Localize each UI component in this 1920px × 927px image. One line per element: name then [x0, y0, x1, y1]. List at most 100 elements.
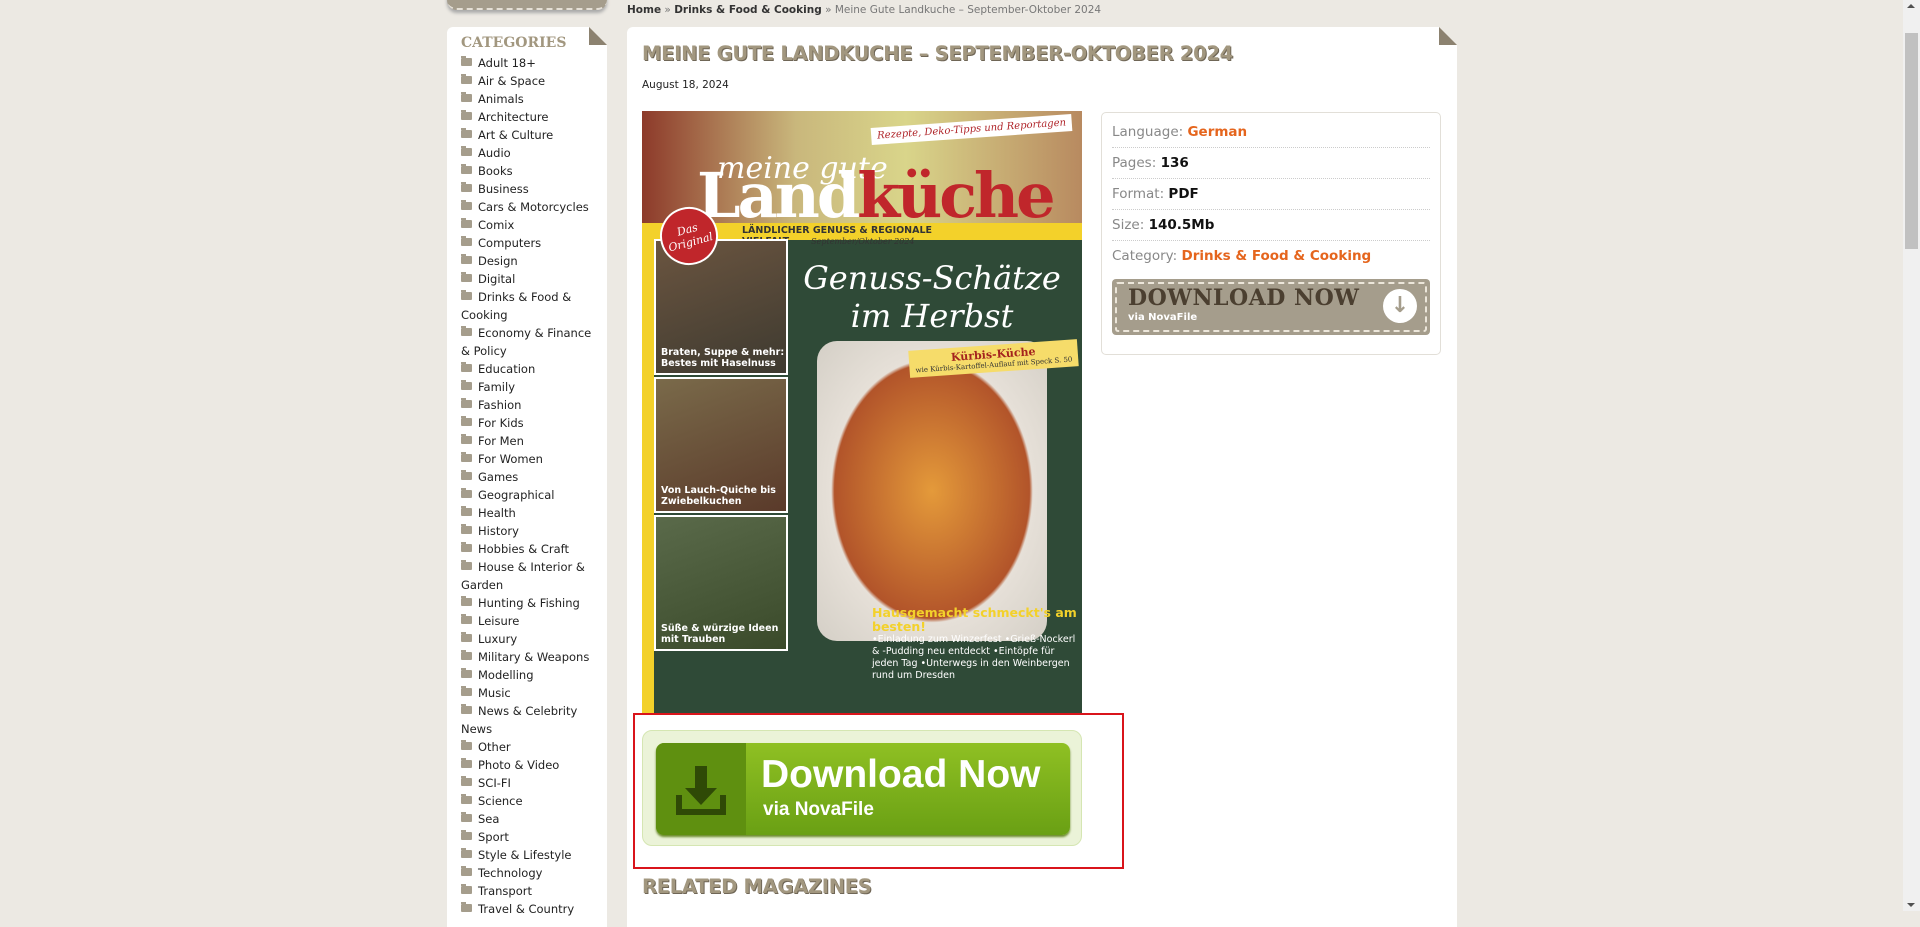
sidebar-item[interactable]: Photo & Video [461, 756, 599, 774]
sidebar-item[interactable]: Family [461, 378, 599, 396]
sidebar-item-label: Air & Space [478, 74, 546, 88]
sidebar-item-label: Hobbies & Craft [478, 542, 569, 556]
sidebar-item[interactable]: Games [461, 468, 599, 486]
sidebar-item[interactable]: Sport [461, 828, 599, 846]
cover-thumb: Süße & würzige Ideen mit Trauben [654, 515, 788, 651]
sidebar-item[interactable]: Technology [461, 864, 599, 882]
sidebar-item[interactable]: For Kids [461, 414, 599, 432]
sidebar-item[interactable]: Transport [461, 882, 599, 900]
sidebar-item[interactable]: Cars & Motorcycles [461, 198, 599, 216]
sidebar-item[interactable]: Art & Culture [461, 126, 599, 144]
folder-icon [461, 182, 472, 192]
sidebar-item[interactable]: Music [461, 684, 599, 702]
scroll-up-icon[interactable] [1907, 4, 1915, 8]
download-now-button[interactable]: Download Now via NovaFile [656, 743, 1070, 835]
sidebar-item[interactable]: Military & Weapons [461, 648, 599, 666]
sidebar-item[interactable]: Business [461, 180, 599, 198]
sidebar-item[interactable]: News & Celebrity News [461, 702, 599, 738]
folder-icon [461, 650, 472, 660]
sidebar-item[interactable]: Education [461, 360, 599, 378]
sidebar-item[interactable]: Geographical [461, 486, 599, 504]
sidebar-item[interactable]: Adult 18+ [461, 54, 599, 72]
folder-icon [461, 830, 472, 840]
sidebar-item[interactable]: Drinks & Food & Cooking [461, 288, 599, 324]
sidebar-item-label: Music [478, 686, 511, 700]
sidebar-item-label: For Women [478, 452, 543, 466]
cover-spine [642, 240, 654, 713]
download-tray-icon [656, 743, 746, 835]
sidebar-item[interactable]: For Men [461, 432, 599, 450]
info-size: Size: 140.5Mb [1112, 210, 1430, 241]
download-banner: Download Now via NovaFile [642, 730, 1082, 846]
breadcrumb-category[interactable]: Drinks & Food & Cooking [674, 4, 822, 16]
scroll-down-icon[interactable] [1907, 903, 1915, 907]
arrow-down-circle-icon: ↓ [1383, 289, 1417, 323]
sidebar-item-label: Design [478, 254, 518, 268]
scrollbar[interactable] [1903, 0, 1920, 911]
scrollbar-thumb[interactable] [1905, 33, 1918, 249]
sidebar-item-label: Travel & Country [478, 902, 575, 916]
info-language: Language: German [1112, 117, 1430, 148]
sidebar-item-label: Architecture [478, 110, 549, 124]
info-category: Category: Drinks & Food & Cooking [1112, 248, 1372, 264]
sidebar-item[interactable]: Health [461, 504, 599, 522]
sidebar-item-label: Comix [478, 218, 515, 232]
sidebar-item-label: Audio [478, 146, 511, 160]
sidebar-item-label: Luxury [478, 632, 518, 646]
folder-icon [461, 146, 472, 156]
sidebar-item[interactable]: History [461, 522, 599, 540]
page-title: MEINE GUTE LANDKUCHE – SEPTEMBER-OKTOBER… [642, 42, 1233, 65]
sidebar-item-label: Hunting & Fishing [478, 596, 580, 610]
folder-icon [461, 56, 472, 66]
folder-icon [461, 128, 472, 138]
download-small-label: DOWNLOAD NOW [1128, 285, 1360, 311]
categories-heading: CATEGORIES [461, 35, 567, 51]
folder-icon [461, 668, 472, 678]
folder-icon [461, 506, 472, 516]
sidebar-item[interactable]: Comix [461, 216, 599, 234]
magazine-cover: meine gute Landküche Rezepte, Deko-Tipps… [642, 111, 1082, 713]
sidebar-item[interactable]: Hobbies & Craft [461, 540, 599, 558]
sidebar-item-label: Business [478, 182, 529, 196]
sidebar-item[interactable]: Animals [461, 90, 599, 108]
cover-dish [817, 341, 1047, 641]
sidebar-item[interactable]: Air & Space [461, 72, 599, 90]
folder-icon [461, 470, 472, 480]
breadcrumb-sep: » [821, 4, 835, 16]
sidebar-item[interactable]: Digital [461, 270, 599, 288]
sidebar-item[interactable]: Hunting & Fishing [461, 594, 599, 612]
sidebar-item-label: Art & Culture [478, 128, 554, 142]
info-box: Language: German Pages: 136 Format: PDF … [1101, 112, 1441, 355]
sidebar-item[interactable]: Audio [461, 144, 599, 162]
sidebar-item[interactable]: Style & Lifestyle [461, 846, 599, 864]
download-now-small-button[interactable]: DOWNLOAD NOW via NovaFile ↓ [1112, 279, 1430, 335]
sidebar-item-label: Economy & Finance & Policy [461, 326, 592, 358]
sidebar-item[interactable]: Modelling [461, 666, 599, 684]
sidebar-item[interactable]: Fashion [461, 396, 599, 414]
sidebar-item[interactable]: Computers [461, 234, 599, 252]
sidebar-item[interactable]: Leisure [461, 612, 599, 630]
category-link[interactable]: Drinks & Food & Cooking [1182, 248, 1372, 264]
sidebar-item[interactable]: Sea [461, 810, 599, 828]
sidebar-item[interactable]: For Women [461, 450, 599, 468]
breadcrumb-home[interactable]: Home [627, 4, 661, 16]
folder-icon [461, 74, 472, 84]
sidebar-item-label: Books [478, 164, 513, 178]
sidebar-item[interactable]: Luxury [461, 630, 599, 648]
sidebar-item[interactable]: Economy & Finance & Policy [461, 324, 599, 360]
sidebar-item[interactable]: Books [461, 162, 599, 180]
sidebar-item[interactable]: Design [461, 252, 599, 270]
sidebar-item[interactable]: House & Interior & Garden [461, 558, 599, 594]
download-sub: via NovaFile [763, 799, 874, 820]
sidebar-item[interactable]: Science [461, 792, 599, 810]
sidebar-item-label: SCI-FI [478, 776, 511, 790]
sidebar-item-label: Animals [478, 92, 524, 106]
sidebar-item[interactable]: Travel & Country [461, 900, 599, 918]
sidebar-item[interactable]: Other [461, 738, 599, 756]
folder-icon [461, 704, 472, 714]
sidebar-item[interactable]: SCI-FI [461, 774, 599, 792]
language-link[interactable]: German [1187, 124, 1247, 140]
sidebar-item-label: Technology [478, 866, 543, 880]
sidebar-item[interactable]: Architecture [461, 108, 599, 126]
sidebar-item-label: News & Celebrity News [461, 704, 578, 736]
